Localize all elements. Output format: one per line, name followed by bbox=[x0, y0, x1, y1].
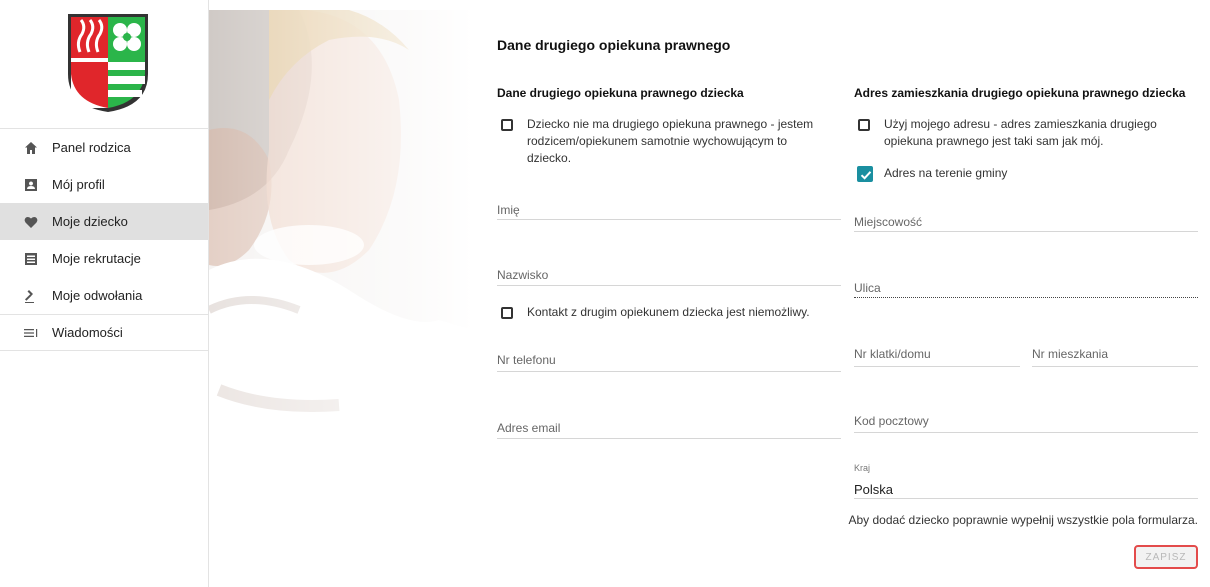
save-button[interactable]: ZAPISZ bbox=[1134, 545, 1198, 569]
city-field[interactable] bbox=[854, 209, 1198, 232]
in-municipality-label: Adres na terenie gminy bbox=[884, 166, 1008, 180]
profile-icon bbox=[24, 178, 38, 192]
postal-code-field[interactable] bbox=[854, 410, 1198, 433]
sidebar-item-panel-rodzica[interactable]: Panel rodzica bbox=[0, 129, 208, 166]
sidebar-item-wiadomosci[interactable]: Wiadomości bbox=[0, 314, 208, 351]
no-contact-checkbox[interactable] bbox=[501, 307, 513, 319]
first-name-field[interactable] bbox=[497, 197, 841, 220]
sidebar: Panel rodzica Mój profil Moje dziecko Mo… bbox=[0, 0, 209, 587]
sidebar-item-moje-odwolania[interactable]: Moje odwołania bbox=[0, 277, 208, 314]
no-second-guardian-checkbox[interactable] bbox=[501, 119, 513, 131]
country-label: Kraj bbox=[854, 463, 871, 473]
checkmark-icon bbox=[860, 171, 872, 180]
sidebar-item-label: Wiadomości bbox=[52, 325, 123, 340]
sidebar-item-label: Moje rekrutacje bbox=[52, 251, 141, 266]
messages-icon bbox=[24, 326, 38, 340]
list-icon bbox=[24, 252, 38, 266]
right-column-subtitle: Adres zamieszkania drugiego opiekuna pra… bbox=[854, 86, 1186, 100]
left-column-subtitle: Dane drugiego opiekuna prawnego dziecka bbox=[497, 86, 744, 100]
in-municipality-checkbox[interactable] bbox=[857, 166, 873, 182]
background-photo bbox=[209, 10, 474, 587]
apartment-number-field[interactable] bbox=[1032, 344, 1198, 367]
sidebar-item-moj-profil[interactable]: Mój profil bbox=[0, 166, 208, 203]
phone-field[interactable] bbox=[497, 349, 841, 372]
no-second-guardian-label: Dziecko nie ma drugiego opiekuna prawneg… bbox=[527, 117, 814, 165]
form-hint: Aby dodać dziecko poprawnie wypełnij wsz… bbox=[848, 513, 1199, 527]
building-number-field[interactable] bbox=[854, 344, 1020, 367]
page-title: Dane drugiego opiekuna prawnego bbox=[497, 37, 731, 53]
sidebar-item-moje-dziecko[interactable]: Moje dziecko bbox=[0, 203, 208, 240]
gavel-icon bbox=[24, 289, 38, 303]
country-field[interactable] bbox=[854, 476, 1198, 499]
heart-icon bbox=[24, 215, 38, 229]
sidebar-item-label: Moje odwołania bbox=[52, 288, 143, 303]
sidebar-item-label: Moje dziecko bbox=[52, 214, 128, 229]
last-name-field[interactable] bbox=[497, 263, 841, 286]
email-field[interactable] bbox=[497, 416, 841, 439]
guardian-form: Dane drugiego opiekuna prawnego Dane dru… bbox=[474, 10, 1210, 587]
use-my-address-checkbox[interactable] bbox=[858, 119, 870, 131]
use-my-address-label: Użyj mojego adresu - adres zamieszkania … bbox=[884, 117, 1157, 148]
street-field[interactable] bbox=[854, 275, 1198, 298]
home-icon bbox=[24, 141, 38, 155]
sidebar-item-moje-rekrutacje[interactable]: Moje rekrutacje bbox=[0, 240, 208, 277]
municipality-coat-of-arms-logo bbox=[66, 12, 150, 114]
no-contact-label: Kontakt z drugim opiekunem dziecka jest … bbox=[527, 305, 810, 319]
sidebar-item-label: Panel rodzica bbox=[52, 140, 131, 155]
sidebar-nav: Panel rodzica Mój profil Moje dziecko Mo… bbox=[0, 128, 208, 351]
sidebar-item-label: Mój profil bbox=[52, 177, 105, 192]
